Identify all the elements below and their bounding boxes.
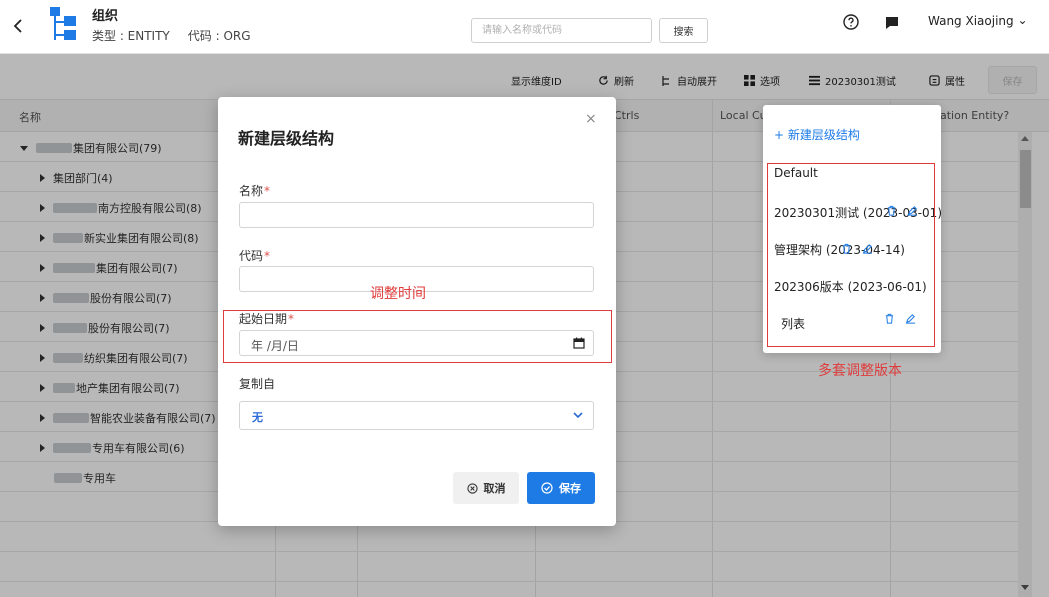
search-button[interactable]: 搜索 (659, 18, 708, 43)
search-input[interactable] (471, 18, 652, 43)
name-label-text: 名称 (239, 184, 264, 198)
annotation-highlight-box (223, 310, 612, 363)
user-name: Wang Xiaojing (928, 14, 1014, 28)
annotation-multi-versions: 多套调整版本 (818, 363, 902, 379)
chevron-down-icon: ⌄ (1017, 13, 1028, 27)
hierarchy-logo-icon (50, 7, 76, 40)
annotation-versions-box (767, 163, 935, 347)
required-mark: * (264, 249, 271, 263)
dialog-title: 新建层级结构 (238, 129, 335, 148)
close-icon[interactable]: × (585, 111, 597, 127)
code-field-label: 代码* (239, 247, 270, 264)
user-menu[interactable]: Wang Xiaojing ⌄ (928, 13, 1028, 28)
dialog-save-label: 保存 (559, 482, 581, 495)
copy-from-select[interactable]: 无 (239, 401, 594, 430)
object-type: 类型 : ENTITY (92, 29, 170, 43)
name-field-label: 名称* (239, 182, 270, 199)
cancel-button[interactable]: 取消 (453, 472, 519, 504)
name-field[interactable] (239, 202, 594, 228)
code-label-text: 代码 (239, 249, 264, 263)
back-arrow-icon[interactable] (10, 16, 26, 36)
object-meta: 类型 : ENTITY 代码 : ORG (92, 27, 269, 44)
dialog-save-button[interactable]: 保存 (527, 472, 595, 504)
app-header: 组织 类型 : ENTITY 代码 : ORG 搜索 Wang Xiaojing … (0, 0, 1049, 54)
copy-from-value: 无 (252, 411, 263, 424)
chevron-down-icon (573, 412, 583, 419)
object-code: 代码 : ORG (187, 29, 251, 43)
annotation-adjust-time: 调整时间 (370, 286, 426, 302)
chat-icon[interactable] (884, 15, 900, 31)
cancel-label: 取消 (483, 482, 506, 495)
new-hierarchy-menu-item[interactable]: + 新建层级结构 (774, 126, 860, 143)
cancel-circle-icon (466, 482, 478, 494)
copy-from-label: 复制自 (239, 377, 276, 391)
check-circle-icon (541, 482, 553, 494)
object-title: 组织 (92, 9, 119, 24)
help-icon[interactable] (843, 14, 859, 30)
required-mark: * (264, 184, 271, 198)
